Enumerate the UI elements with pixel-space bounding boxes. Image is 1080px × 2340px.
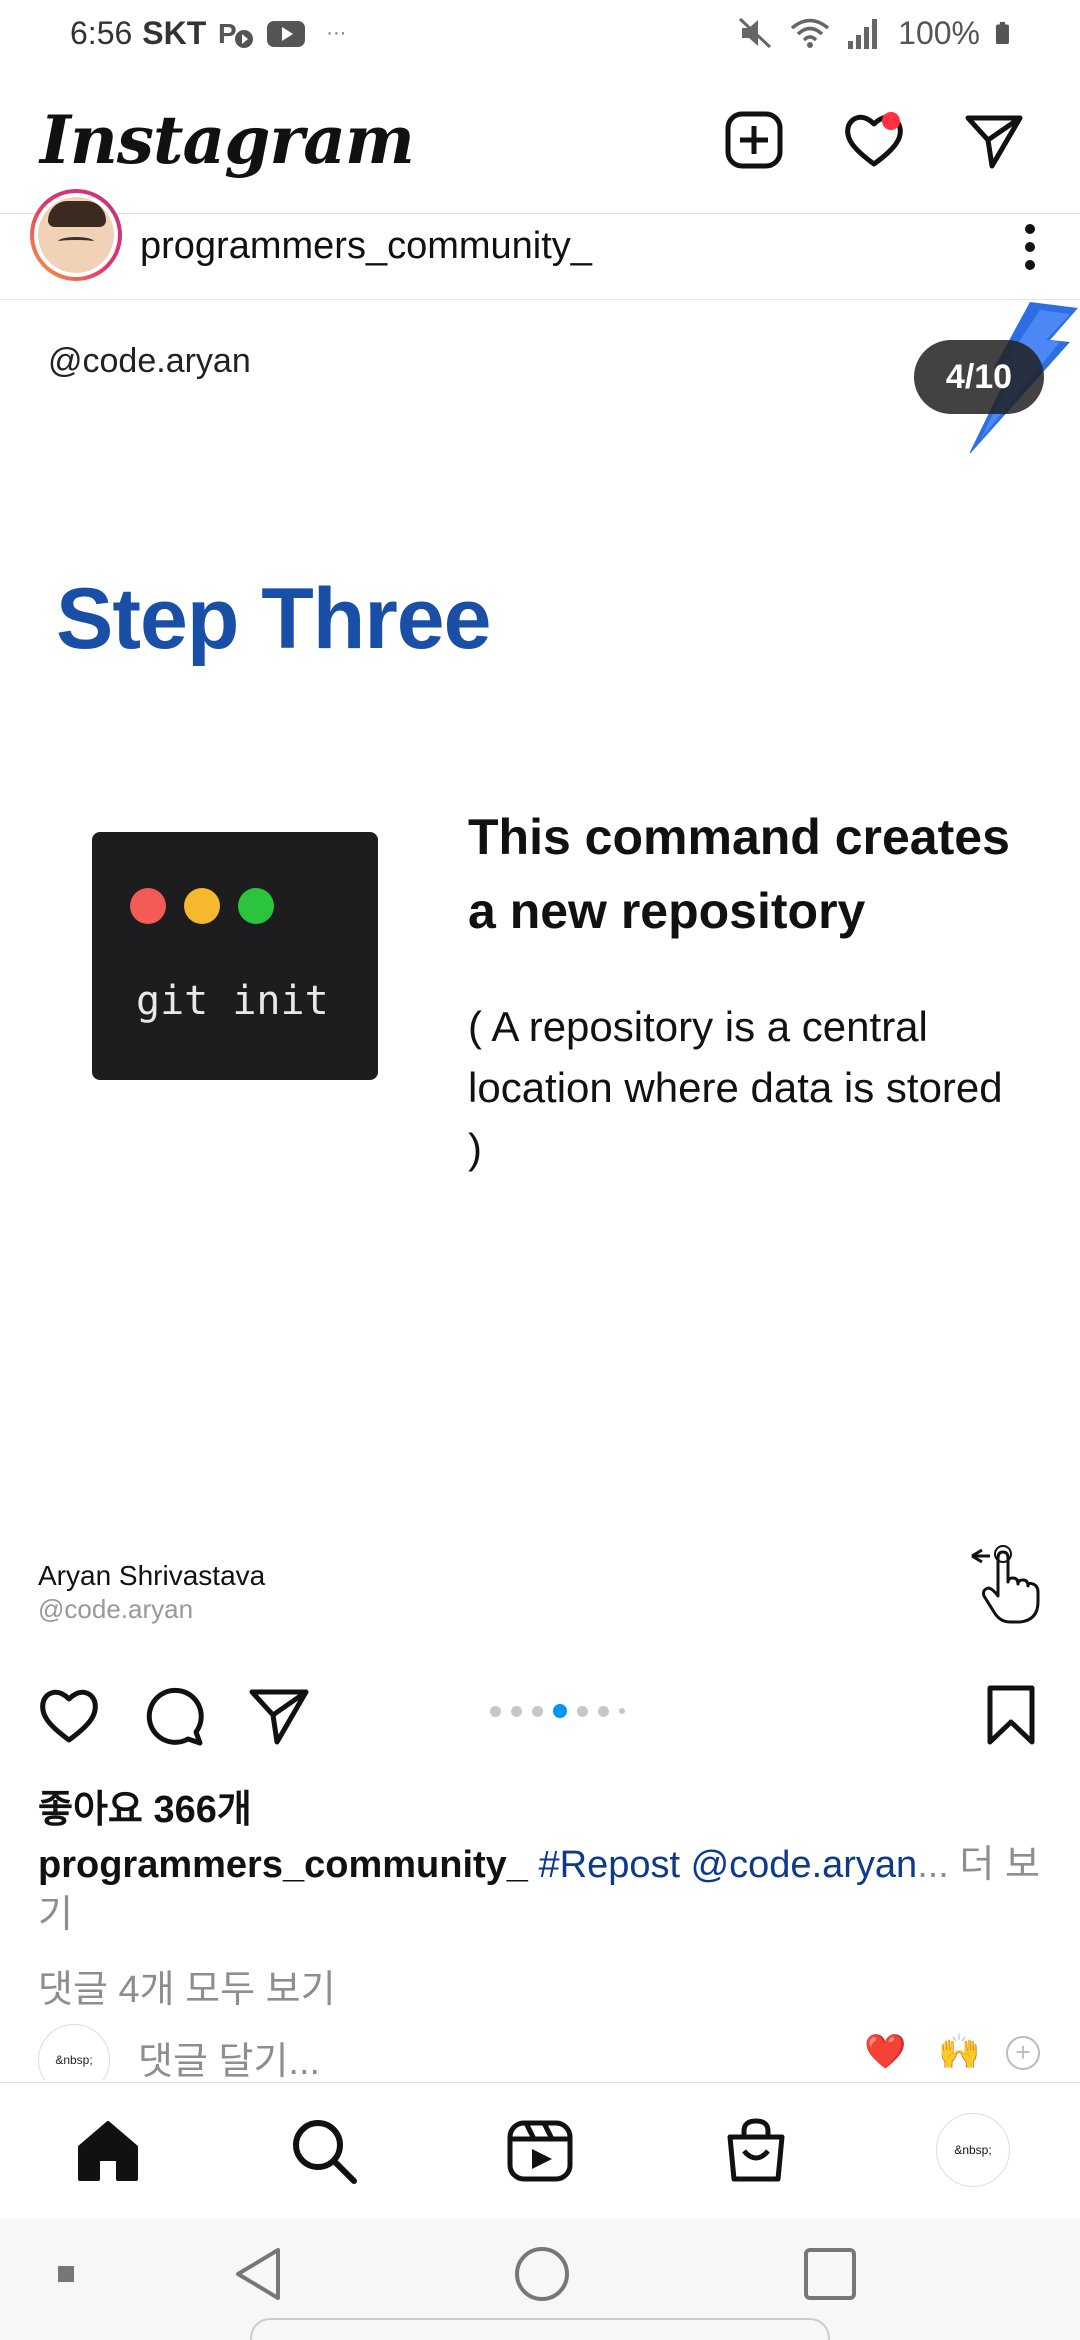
caption-text[interactable]: #Repost @code.aryan [539, 1844, 918, 1886]
heart-reaction-button[interactable]: ❤️ [864, 2032, 906, 2072]
maximize-dot-icon [238, 888, 274, 924]
notification-dot [882, 111, 900, 130]
youtube-icon [267, 21, 306, 47]
carousel-dot [511, 1705, 522, 1717]
app-header: Instagram [0, 66, 1080, 214]
terminal-window: git init [92, 832, 378, 1080]
home-icon[interactable] [72, 2115, 144, 2187]
comment-user-avatar: &nbsp; [38, 2024, 110, 2080]
instagram-logo[interactable]: Instagram [40, 101, 415, 179]
pass-app-icon: P [218, 18, 254, 49]
system-navigation-bar [0, 2218, 1080, 2340]
status-overflow: ··· [326, 21, 347, 44]
close-dot-icon [130, 888, 166, 924]
slide-title: Step Three [56, 571, 491, 667]
battery-icon [995, 21, 1009, 45]
post-media-carousel[interactable]: @code.aryan 4/10 Step Three git init Thi… [0, 300, 1080, 1660]
status-time: 6:56 [70, 14, 133, 51]
comment-input[interactable]: 댓글 달기... [138, 2030, 320, 2080]
command-description: ( A repository is a central location whe… [468, 1003, 1003, 1172]
more-options-button[interactable] [1010, 217, 1050, 277]
carousel-dot [619, 1708, 625, 1714]
swipe-hand-icon [971, 1545, 1040, 1624]
carousel-dot [490, 1705, 501, 1717]
wifi-icon [791, 18, 830, 48]
post-author-avatar[interactable] [30, 188, 122, 281]
home-circle-icon[interactable] [512, 2244, 572, 2304]
carousel-dot [598, 1705, 609, 1717]
header-actions [722, 108, 1040, 172]
carousel-dot [577, 1705, 588, 1717]
create-post-icon[interactable] [722, 108, 786, 172]
activity-button[interactable] [842, 108, 906, 172]
status-left: 6:56 SKT P ··· [70, 15, 346, 52]
shop-icon[interactable] [720, 2115, 792, 2187]
bottom-navigation: &nbsp; [0, 2082, 1080, 2218]
add-comment-row: &nbsp; 댓글 달기... ❤️ 🙌 + [0, 2024, 1080, 2080]
direct-message-icon[interactable] [962, 108, 1026, 172]
clap-reaction-button[interactable]: 🙌 [938, 2032, 980, 2072]
caption-username[interactable]: programmers_community_ [38, 1844, 528, 1886]
gesture-pill [250, 2318, 830, 2340]
back-icon[interactable] [228, 2244, 288, 2304]
share-icon[interactable] [246, 1682, 312, 1748]
reels-icon[interactable] [504, 2115, 576, 2187]
recent-square-small-icon[interactable] [36, 2244, 96, 2304]
add-reaction-icon[interactable]: + [1006, 2036, 1040, 2070]
status-right: 100% [736, 15, 1020, 52]
carousel-dot [532, 1705, 543, 1717]
svg-text:P: P [218, 18, 237, 49]
mute-icon [739, 17, 772, 49]
slide-author-handle: @code.aryan [38, 1594, 194, 1624]
post-caption: programmers_community_ #Repost @code.ary… [38, 1840, 1048, 1940]
slide-counter: 4/10 [914, 340, 1044, 414]
like-heart-icon[interactable] [36, 1682, 102, 1748]
command-title: This command creates a new repository [468, 809, 1010, 939]
like-count[interactable]: 좋아요 366개 [38, 1778, 252, 1833]
slide-handle: @code.aryan [48, 342, 251, 380]
recents-icon[interactable] [800, 2244, 860, 2304]
search-icon[interactable] [288, 2115, 360, 2187]
terminal-command: git init [136, 978, 329, 1024]
carousel-indicator [490, 1704, 625, 1718]
carousel-dot-active [553, 1704, 567, 1718]
caption-ellipsis: ... [917, 1844, 949, 1886]
minimize-dot-icon [184, 888, 220, 924]
more-dot-icon [1025, 223, 1035, 234]
signal-icon [848, 19, 878, 49]
view-all-comments-link[interactable]: 댓글 4개 모두 보기 [38, 1958, 336, 2013]
avatar-image [38, 196, 114, 273]
post-header: programmers_community_ [0, 188, 1080, 300]
slide-author-name: Aryan Shrivastava [38, 1560, 266, 1591]
status-carrier: SKT [142, 14, 207, 51]
status-bar: 6:56 SKT P ··· 100% [0, 0, 1080, 66]
save-bookmark-icon[interactable] [978, 1682, 1044, 1748]
comment-icon[interactable] [140, 1682, 206, 1748]
profile-avatar[interactable]: &nbsp; [936, 2113, 1010, 2187]
post-username[interactable]: programmers_community_ [140, 225, 592, 268]
battery-percent: 100% [898, 14, 980, 51]
